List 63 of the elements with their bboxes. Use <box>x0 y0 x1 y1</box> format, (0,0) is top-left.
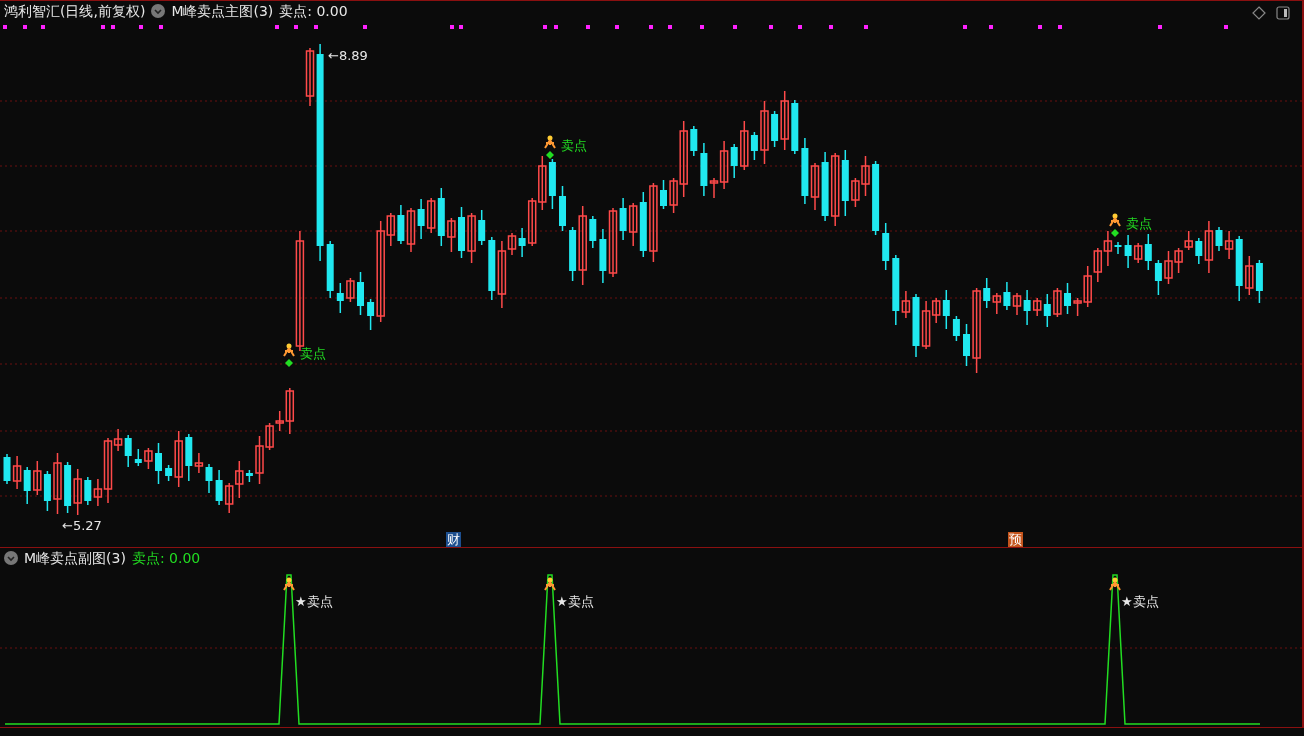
candlestick <box>882 222 890 271</box>
candlestick <box>12 455 22 490</box>
signal-icon <box>543 577 557 593</box>
candlestick <box>33 460 42 496</box>
candlestick <box>326 240 334 299</box>
candlestick <box>1174 247 1183 274</box>
candlestick <box>589 215 597 249</box>
candlestick <box>336 282 344 314</box>
diamond-icon[interactable] <box>1252 6 1266 20</box>
dropdown-icon[interactable] <box>4 551 18 565</box>
candlestick <box>1245 255 1254 296</box>
candlestick <box>467 212 476 264</box>
signal-label: ★卖点 <box>556 595 594 608</box>
signal-label: ★卖点 <box>295 595 333 608</box>
low-price-label: ←5.27 <box>62 519 102 532</box>
candlestick <box>346 277 355 303</box>
candlestick <box>1053 287 1062 318</box>
candlestick <box>861 155 870 197</box>
candlestick <box>660 179 667 210</box>
candlestick <box>155 442 162 485</box>
candlestick <box>1093 247 1103 283</box>
candlestick <box>690 125 698 157</box>
signal-icon <box>282 577 296 593</box>
signal-icon <box>282 343 296 369</box>
candlestick <box>963 323 970 367</box>
panel-icon[interactable] <box>1276 6 1290 20</box>
candlestick <box>224 482 234 514</box>
candlestick <box>538 155 547 211</box>
signal-icon <box>543 135 557 161</box>
chart-title: 鸿利智汇(日线,前复权) <box>4 4 146 18</box>
candlestick <box>406 207 416 253</box>
candlestick <box>478 209 486 246</box>
candlestick <box>559 185 566 232</box>
candlestick <box>952 315 960 342</box>
dropdown-icon[interactable] <box>151 4 166 18</box>
signal-label: 卖点 <box>1126 217 1152 230</box>
high-price-label: ←8.89 <box>328 49 368 62</box>
indicator-name: M峰卖点主图(3) <box>171 4 274 18</box>
candlestick <box>144 447 153 470</box>
candlestick <box>447 217 456 253</box>
candlestick <box>357 271 364 316</box>
signal-label: 卖点 <box>561 139 587 152</box>
signal-icon <box>1108 577 1122 593</box>
indicator-reading: 卖点: 0.00 <box>279 4 348 18</box>
candlestick <box>458 206 465 259</box>
candlestick <box>851 177 860 208</box>
candlestick <box>73 468 82 516</box>
candlestick <box>1064 282 1071 315</box>
indicator-reading: 卖点: 0.00 <box>131 551 201 565</box>
event-badge: 财 <box>446 532 461 547</box>
signal-label: ★卖点 <box>1121 595 1159 608</box>
candlestick <box>134 448 142 467</box>
signal-icon <box>1108 213 1122 239</box>
signal-label: 卖点 <box>300 347 326 360</box>
candlestick <box>1154 259 1162 296</box>
candlestick <box>992 292 1002 315</box>
candlestick <box>1164 250 1173 285</box>
indicator-name: M峰卖点副图(3) <box>24 551 126 565</box>
candlestick <box>1184 230 1193 251</box>
candlestick <box>760 100 769 165</box>
event-badge: 预 <box>1008 532 1023 547</box>
candlestick <box>791 99 799 155</box>
candlestick <box>53 452 62 515</box>
